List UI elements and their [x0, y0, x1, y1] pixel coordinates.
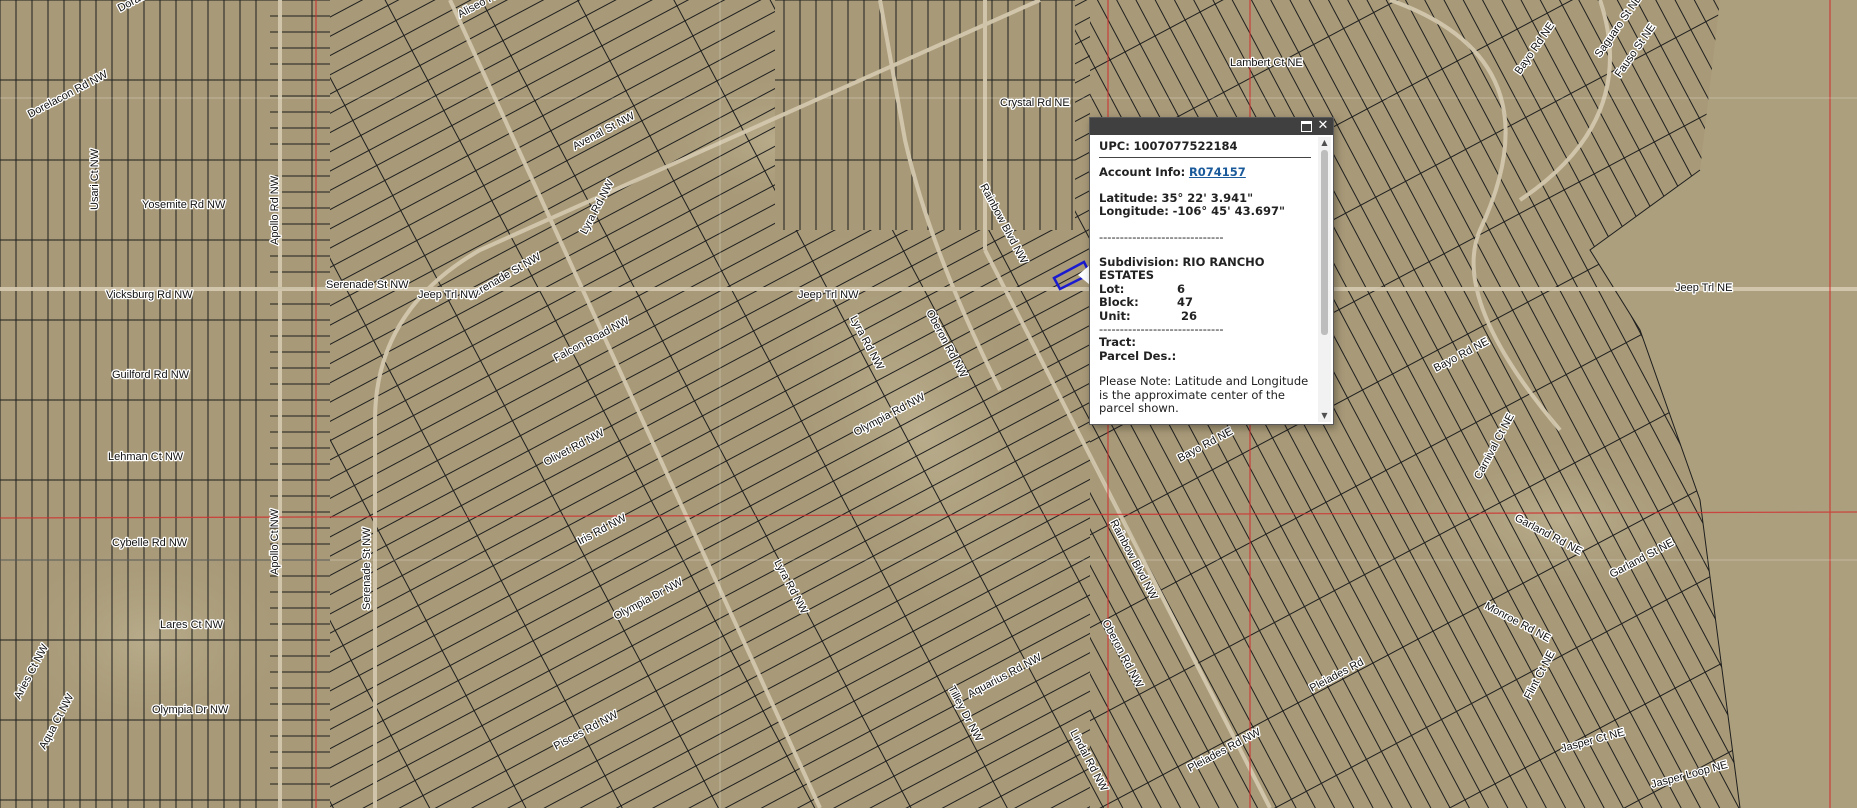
coordinate-note: Please Note: Latitude and Longitude is t… — [1099, 374, 1309, 416]
lot-value: 6 — [1177, 281, 1186, 296]
upc-value: 1007077522184 — [1133, 140, 1238, 153]
scrollbar-thumb[interactable] — [1321, 150, 1328, 335]
popup-scrollbar[interactable]: ▲ ▼ — [1318, 137, 1331, 422]
latitude-row: Latitude: 35° 22' 3.941" — [1099, 190, 1311, 205]
street-label: Crystal Rd NE — [1000, 97, 1070, 109]
popup-content: UPC: 1007077522184 Account Info: R074157… — [1099, 140, 1311, 420]
street-label: Jeep Trl NW — [418, 289, 479, 301]
longitude-row: Longitude: -106° 45' 43.697" — [1099, 205, 1311, 218]
street-label: Guilford Rd NW — [112, 369, 190, 381]
street-label: Usari Ct NW — [89, 148, 101, 210]
scroll-down-icon[interactable]: ▼ — [1318, 410, 1331, 422]
block-value: 47 — [1177, 295, 1194, 310]
block-label: Block: — [1099, 295, 1139, 310]
map-canvas[interactable]: Aliseo Rd NW Dorado Rd NW Dorelacon Rd N… — [0, 0, 1857, 808]
account-link[interactable]: R074157 — [1189, 165, 1246, 179]
latitude-value: 35° 22' 3.941" — [1161, 190, 1254, 205]
close-button[interactable]: ✕ — [1316, 119, 1330, 133]
popup-titlebar: ✕ — [1090, 118, 1333, 135]
lot-row: Lot: 6 — [1099, 281, 1311, 296]
street-label: Lambert Ct NE — [1230, 57, 1303, 69]
parcel-grid-west — [0, 0, 270, 808]
latitude-label: Latitude: — [1099, 190, 1158, 205]
upc-row: UPC: 1007077522184 — [1099, 140, 1311, 153]
account-row: Account Info: R074157 — [1099, 166, 1311, 179]
unit-value: 26 — [1181, 308, 1198, 323]
unit-label: Unit: — [1099, 308, 1131, 323]
subdivision-row: Subdivision: RIO RANCHO ESTATES — [1099, 255, 1304, 283]
close-icon: ✕ — [1317, 118, 1329, 133]
street-label: Serenade St NW — [361, 527, 373, 610]
parcel-grid-north — [775, 0, 1075, 230]
street-label: Olympia Dr NW — [152, 704, 229, 716]
dashed-divider: ------------------------------ — [1099, 229, 1224, 244]
scroll-up-icon[interactable]: ▲ — [1318, 137, 1331, 149]
street-label: Jeep Trl NE — [1675, 282, 1732, 294]
upc-label: UPC: — [1099, 140, 1130, 153]
street-label: Apollo Ct NW — [269, 508, 281, 575]
street-label: Lares Ct NW — [160, 619, 224, 631]
parcel-des-label: Parcel Des.: — [1099, 348, 1177, 363]
account-label: Account Info: — [1099, 165, 1186, 180]
tract-row: Tract: — [1099, 336, 1311, 349]
block-row: Block: 47 — [1099, 295, 1311, 310]
maximize-button[interactable] — [1299, 119, 1313, 133]
longitude-label: Longitude: — [1099, 204, 1169, 219]
street-label: Apollo Rd NW — [269, 175, 281, 245]
unit-row: Unit: 26 — [1099, 308, 1311, 323]
street-label: Cybelle Rd NW — [112, 537, 188, 549]
street-label: Yosemite Rd NW — [142, 199, 226, 211]
parcel-info-popup: ✕ UPC: 1007077522184 Account Info: R0741… — [1089, 117, 1334, 425]
maximize-icon — [1300, 121, 1312, 132]
parcel-des-row: Parcel Des.: — [1099, 348, 1311, 363]
street-label: Lehman Ct NW — [108, 451, 184, 463]
longitude-value: -106° 45' 43.697" — [1172, 204, 1285, 219]
map-view[interactable]: Aliseo Rd NW Dorado Rd NW Dorelacon Rd N… — [0, 0, 1857, 808]
street-label: Serenade St NW — [326, 279, 409, 291]
subdivision-label: Subdivision: — [1099, 255, 1179, 270]
street-label: Jeep Trl NW — [798, 289, 859, 301]
street-label: Vicksburg Rd NW — [106, 289, 193, 301]
divider-line — [1099, 157, 1311, 159]
tract-label: Tract: — [1099, 335, 1136, 350]
dashed-divider: ------------------------------ — [1099, 322, 1224, 337]
lot-label: Lot: — [1099, 281, 1125, 296]
